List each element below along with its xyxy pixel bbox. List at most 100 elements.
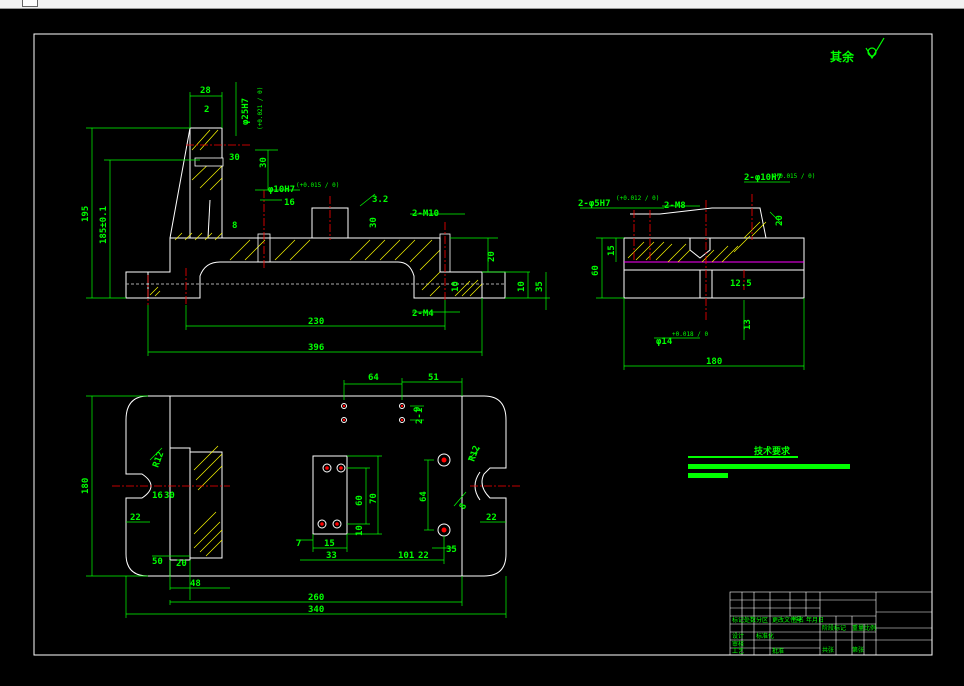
dimension-label: 13 [743,319,753,330]
drawing-line: 10 [517,281,527,292]
drawing-line [342,404,346,408]
dimension-label: 50 [152,557,163,567]
drawing-line: R12 [151,450,166,469]
dimension-label: φ14 [656,337,673,347]
drawing-line [875,592,932,655]
top-view-dimlines [86,378,507,618]
drawing-line [689,238,711,259]
drawing-line [148,237,482,273]
drawing-line: 20 [775,215,785,226]
front-view-outline [125,127,506,299]
dimension-label: φ10H7 [268,185,295,195]
drawing-line: 15 [607,245,617,256]
drawing-line [174,232,441,297]
dimension-label: 2-φ5H7 [578,199,611,209]
dimension-label: 48 [190,579,201,589]
drawing-line: 60 [355,495,365,506]
dimension-label: 8 [458,502,469,512]
dimension-label: 10 [451,281,461,292]
dimension-label: 185±0.1 [99,206,109,244]
dimension-label: 处数 [744,616,756,624]
dimension-label: 15 [324,539,335,549]
dimension-label: 标准化 [756,632,774,640]
frame-border [33,33,933,656]
dimension-label: 2 [204,105,209,115]
drawing-line: 70 [369,493,379,504]
drawing-line [730,599,876,649]
front-view-centerlines [147,144,446,305]
dimension-label: 22 [130,513,141,523]
drawing-line [400,404,404,408]
dimension-label: 30 [259,157,269,168]
drawing-line [339,466,343,470]
dimension-label: 比例 [864,624,876,632]
drawing-line [193,445,223,557]
title-block-labels: 标记 处数 分区 更改文件号 签名 年月日 设计 标准化 审核 工艺 批准 阶段… [732,616,876,655]
drawing-line: 20 [487,251,497,262]
drawing-line [441,527,447,533]
dimension-label: 340 [308,605,324,615]
dimension-label: 64 [419,491,429,502]
dimension-label: 30 [229,153,240,163]
drawing-line: 180 [81,478,91,494]
dimension-label: 批准 [772,647,784,655]
drawing-line [688,456,798,458]
drawing-line: 185±0.1 [99,206,109,244]
dimension-label: 20 [176,559,187,569]
front-view-dimlines [86,82,550,356]
dimension-label: 8 [232,221,237,231]
dimension-label: R12 [467,444,482,463]
dimension-label: 2-1 [415,408,425,424]
dimension-label: φ25H7 [241,98,251,125]
dimension-label: 22 [418,551,429,561]
dimension-label: 工艺 [732,647,744,655]
drawing-line [688,473,728,478]
dimension-label: 12.5 [730,279,752,289]
drawing-line: 35 [535,281,545,292]
dimension-label: 10 [355,525,365,536]
drawing-line: 10 [355,525,365,536]
drawing-line: 2-1 [415,408,425,424]
dimension-label: 2-M8 [664,201,686,211]
dimension-label: 阶段标记 [822,624,846,632]
dimension-label: 64 [368,373,379,383]
drawing-line [441,457,447,463]
dimension-label: 30 [164,491,175,501]
dimension-label: 16 [284,198,295,208]
dimension-label: 15 [607,245,617,256]
drawing-line: (+0.021 / 0) [257,87,264,130]
drawing-canvas[interactable]: 其余 28 2 30 φ25H7 (+0.021 / 0) 30 195 185… [0,0,964,686]
dimension-label: 16 [152,491,163,501]
dimension-label: 审核 [732,640,744,648]
drawing-line: 64 [419,491,429,502]
dimension-label: 28 [200,86,211,96]
drawing-line: 195 [81,206,91,222]
dimension-label: 10 [517,281,527,292]
drawing-line: φ25H7 [241,98,251,125]
drawing-line [623,237,805,299]
dimension-label: 35 [446,545,457,555]
dimension-label: 60 [591,265,601,276]
top-view-holes [317,403,451,537]
dimension-label: 签名 [792,616,804,624]
drawing-line [320,522,324,526]
top-view-hole-centers [320,404,447,533]
dimension-label: 3.2 [372,195,388,205]
dimension-label: 20 [487,251,497,262]
dimension-label: 230 [308,317,324,327]
drawing-line [325,466,329,470]
dimension-label: 51 [428,373,439,383]
drawing-line: 30 [259,157,269,168]
tech-requirements: 技术要求 [688,445,850,478]
drawing-line [400,418,404,422]
drawing-line [170,447,191,561]
drawing-line [688,464,850,469]
dimension-label: 2-M4 [412,309,434,319]
dimension-label: 技术要求 [754,445,791,457]
dimension-label: 年月日 [806,616,824,624]
dimension-label: (+0.015 / 0) [772,173,815,180]
drawing-line: 13 [743,319,753,330]
dimension-label: 重量 [852,624,864,632]
dimension-label: 20 [775,215,785,226]
dimension-label: 2-M10 [412,209,439,219]
